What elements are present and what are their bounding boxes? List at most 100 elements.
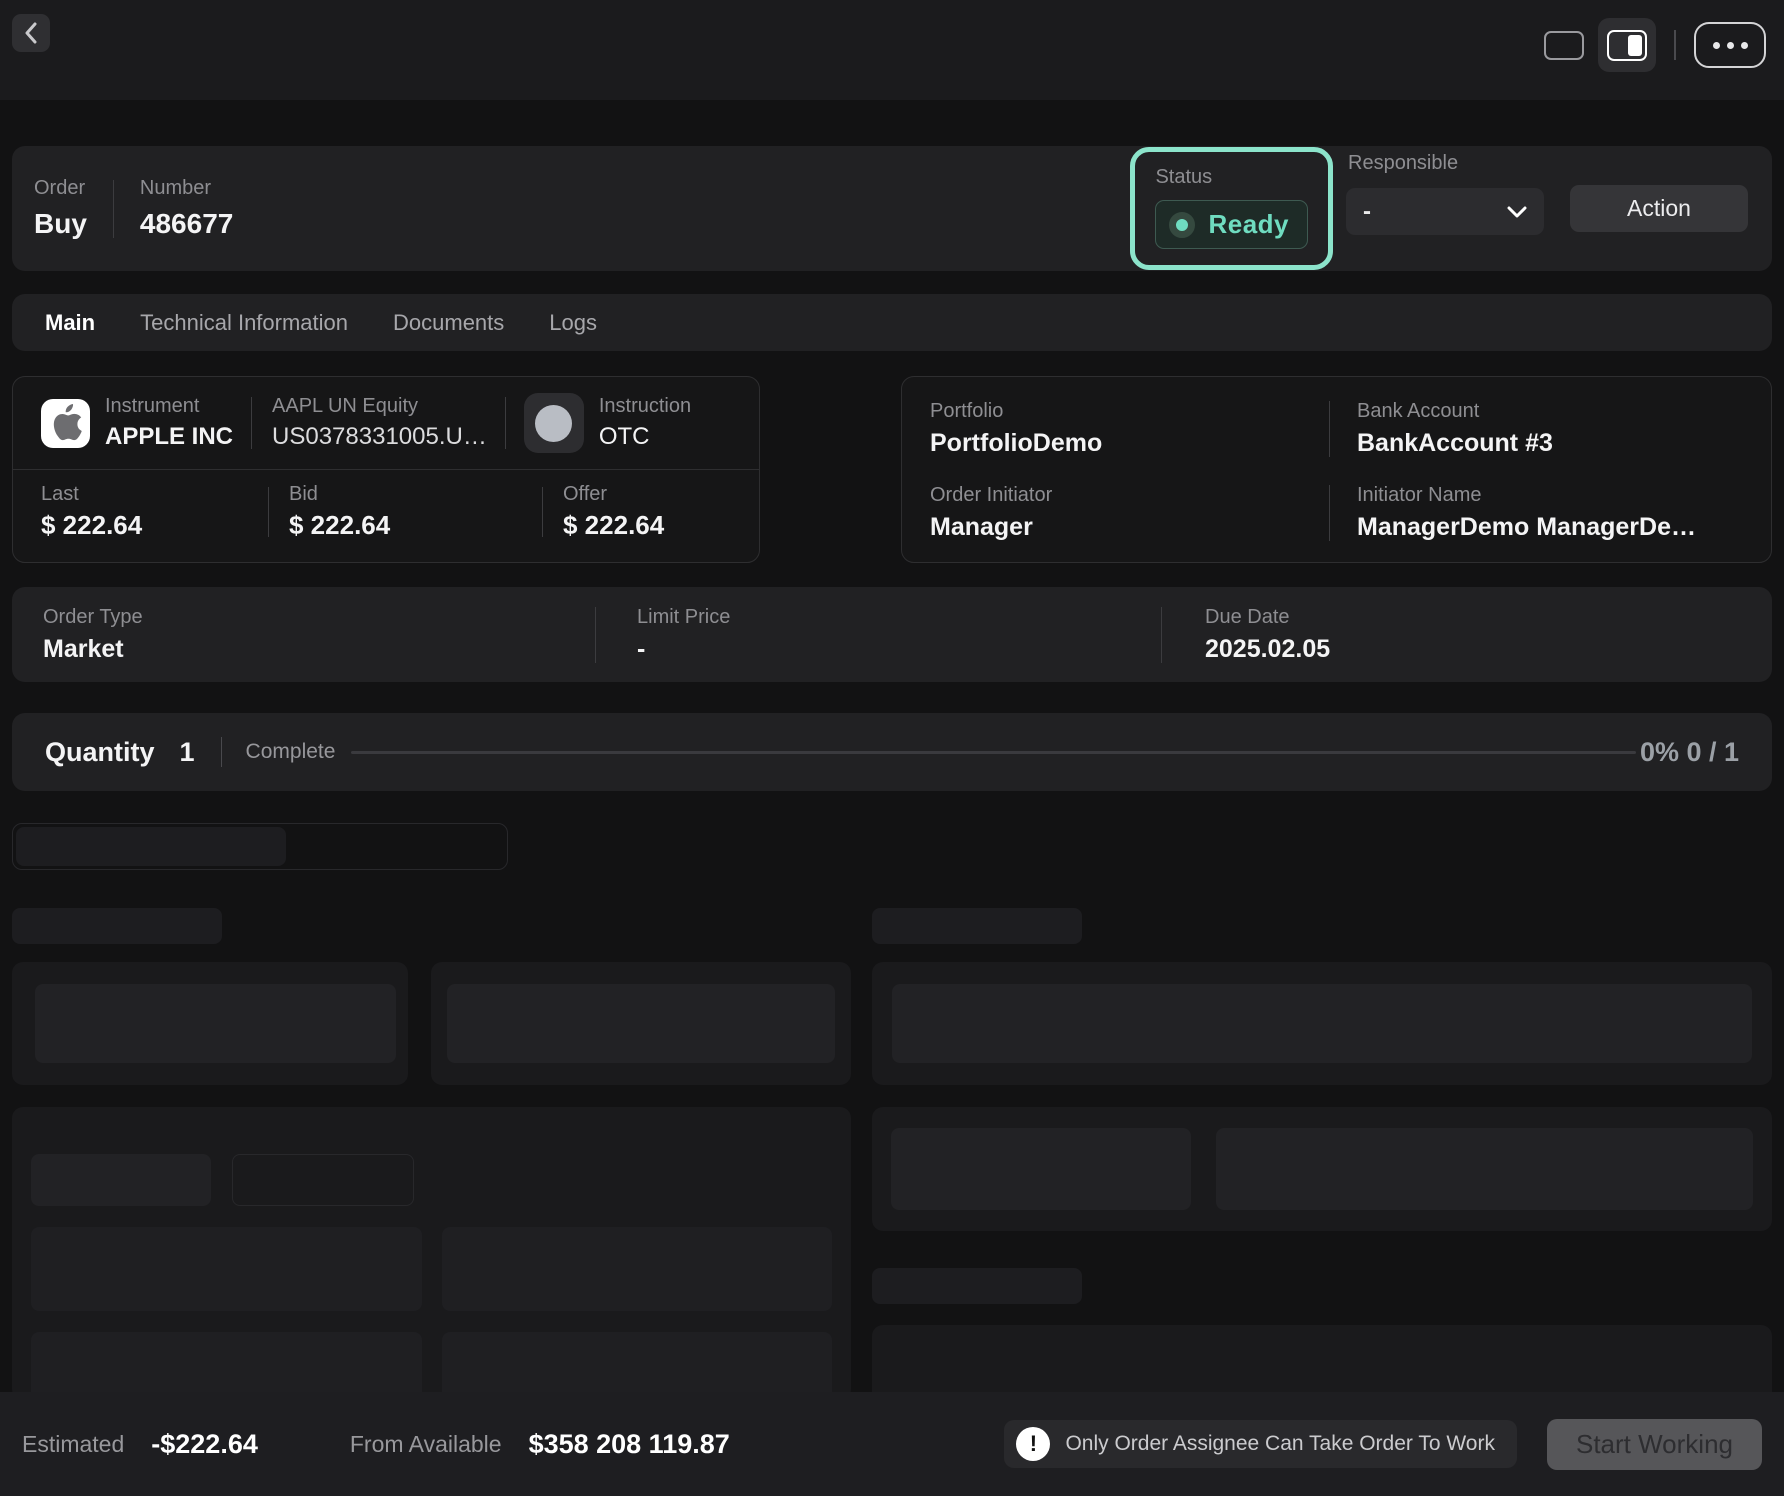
divider: [221, 737, 222, 767]
responsible-field: Responsible -: [1346, 147, 1544, 235]
responsible-label: Responsible: [1348, 152, 1544, 175]
warning-text: Only Order Assignee Can Take Order To Wo…: [1065, 1432, 1495, 1456]
order-header-card: Order Buy Number 486677 Status Ready Res…: [12, 146, 1772, 271]
due-date-field: Due Date 2025.02.05: [1162, 606, 1772, 664]
chevron-down-icon: [1507, 206, 1527, 218]
due-date-label: Due Date: [1205, 606, 1772, 629]
start-working-button[interactable]: Start Working: [1547, 1419, 1762, 1470]
exclamation-icon: !: [1016, 1427, 1050, 1461]
order-number-value: 486677: [140, 208, 233, 240]
order-type-row: Order Type Market Limit Price - Due Date…: [12, 587, 1772, 682]
quantity-label: Quantity: [45, 737, 155, 768]
full-view-button[interactable]: [1544, 31, 1584, 60]
status-dot-icon: [1169, 212, 1195, 238]
divider: [251, 397, 252, 449]
status-value: Ready: [1208, 209, 1289, 240]
bank-account-value: BankAccount #3: [1357, 429, 1771, 458]
order-side-field: Order Buy: [34, 177, 87, 240]
initiator-name-field: Initiator Name ManagerDemo ManagerDe…: [1330, 484, 1771, 542]
estimated-value: -$222.64: [151, 1429, 258, 1460]
instrument-label: Instrument: [105, 395, 233, 418]
skeleton-card: [12, 962, 408, 1085]
limit-price-label: Limit Price: [637, 606, 1161, 629]
info-row: Instrument APPLE INC AAPL UN Equity US03…: [12, 376, 1772, 563]
skeleton-chip: [31, 1154, 211, 1206]
portfolio-card: Portfolio PortfolioDemo Bank Account Ban…: [901, 376, 1772, 563]
status-spotlight: Status Ready: [1130, 147, 1333, 270]
skeleton-pill: [12, 823, 508, 870]
last-label: Last: [41, 483, 268, 506]
bid-label: Bid: [289, 483, 542, 506]
skeleton-column-left: [12, 823, 851, 1405]
equity-field: AAPL UN Equity US0378331005.U…: [272, 395, 487, 451]
instruction-field: Instruction OTC: [599, 395, 691, 451]
loading-skeleton-area: [12, 823, 1772, 1405]
order-summary: Order Buy Number 486677: [34, 177, 233, 240]
instruction-label: Instruction: [599, 395, 691, 418]
skeleton-wide-card: [872, 962, 1772, 1085]
divider: [113, 180, 114, 238]
tab-logs[interactable]: Logs: [549, 310, 597, 336]
skeleton-box: [31, 1227, 422, 1311]
order-initiator-value: Manager: [930, 513, 1329, 542]
tab-documents[interactable]: Documents: [393, 310, 504, 336]
responsible-dropdown[interactable]: -: [1346, 188, 1544, 235]
skeleton-column-right: [872, 823, 1772, 1405]
equity-value: US0378331005.U…: [272, 423, 487, 451]
portfolio-row-2: Order Initiator Manager Initiator Name M…: [902, 482, 1771, 544]
split-view-button[interactable]: [1598, 18, 1656, 72]
skeleton-chip-outline: [232, 1154, 414, 1206]
skeleton-tall-card: [12, 1107, 851, 1400]
apple-logo-icon: [41, 399, 90, 448]
instruction-value: OTC: [599, 423, 691, 451]
split-view-icon: [1607, 30, 1647, 61]
skeleton-box: [442, 1227, 833, 1311]
tab-bar: Main Technical Information Documents Log…: [12, 294, 1772, 351]
order-type-value: Market: [43, 635, 595, 664]
instrument-card: Instrument APPLE INC AAPL UN Equity US03…: [12, 376, 760, 563]
skeleton-label: [12, 908, 222, 944]
back-button[interactable]: [12, 14, 50, 52]
initiator-name-label: Initiator Name: [1357, 484, 1771, 507]
panel-view-icon: [1544, 31, 1584, 60]
instrument-field: Instrument APPLE INC: [105, 395, 233, 451]
assignee-warning-banner: ! Only Order Assignee Can Take Order To …: [1004, 1420, 1517, 1468]
last-price-field: Last $ 222.64: [13, 483, 268, 541]
footer-bar: Estimated -$222.64 From Available $358 2…: [0, 1392, 1784, 1496]
last-value: $ 222.64: [41, 510, 268, 541]
divider: [505, 397, 506, 449]
tab-main[interactable]: Main: [45, 310, 95, 336]
order-type-field: Order Type Market: [12, 606, 595, 664]
equity-label: AAPL UN Equity: [272, 395, 487, 418]
skeleton-box: [891, 1128, 1191, 1210]
initiator-name-value: ManagerDemo ManagerDe…: [1357, 513, 1771, 542]
portfolio-field: Portfolio PortfolioDemo: [902, 400, 1329, 458]
offer-label: Offer: [563, 483, 759, 506]
order-label: Order: [34, 177, 87, 200]
quantity-value: 1: [180, 737, 195, 768]
complete-label: Complete: [246, 740, 336, 764]
portfolio-value: PortfolioDemo: [930, 429, 1329, 458]
ellipsis-icon: [1713, 42, 1720, 49]
action-button[interactable]: Action: [1570, 185, 1748, 232]
order-initiator-label: Order Initiator: [930, 484, 1329, 507]
bank-account-label: Bank Account: [1357, 400, 1771, 423]
status-badge[interactable]: Ready: [1155, 200, 1308, 249]
order-side-value: Buy: [34, 208, 87, 240]
portfolio-label: Portfolio: [930, 400, 1329, 423]
due-date-value: 2025.02.05: [1205, 635, 1772, 664]
tab-technical-information[interactable]: Technical Information: [140, 310, 348, 336]
status-label: Status: [1155, 166, 1308, 189]
skeleton-two-box-card: [872, 1107, 1772, 1231]
top-bar: [0, 0, 1784, 100]
bank-account-field: Bank Account BankAccount #3: [1330, 400, 1771, 458]
from-available-label: From Available: [350, 1431, 502, 1458]
skeleton-card: [431, 962, 851, 1085]
limit-price-value: -: [637, 635, 1161, 664]
instruction-icon: [524, 393, 584, 453]
skeleton-box: [1216, 1128, 1753, 1210]
available-value: $358 208 119.87: [529, 1429, 730, 1460]
offer-value: $ 222.64: [563, 510, 759, 541]
bid-value: $ 222.64: [289, 510, 542, 541]
more-options-button[interactable]: [1694, 22, 1766, 68]
